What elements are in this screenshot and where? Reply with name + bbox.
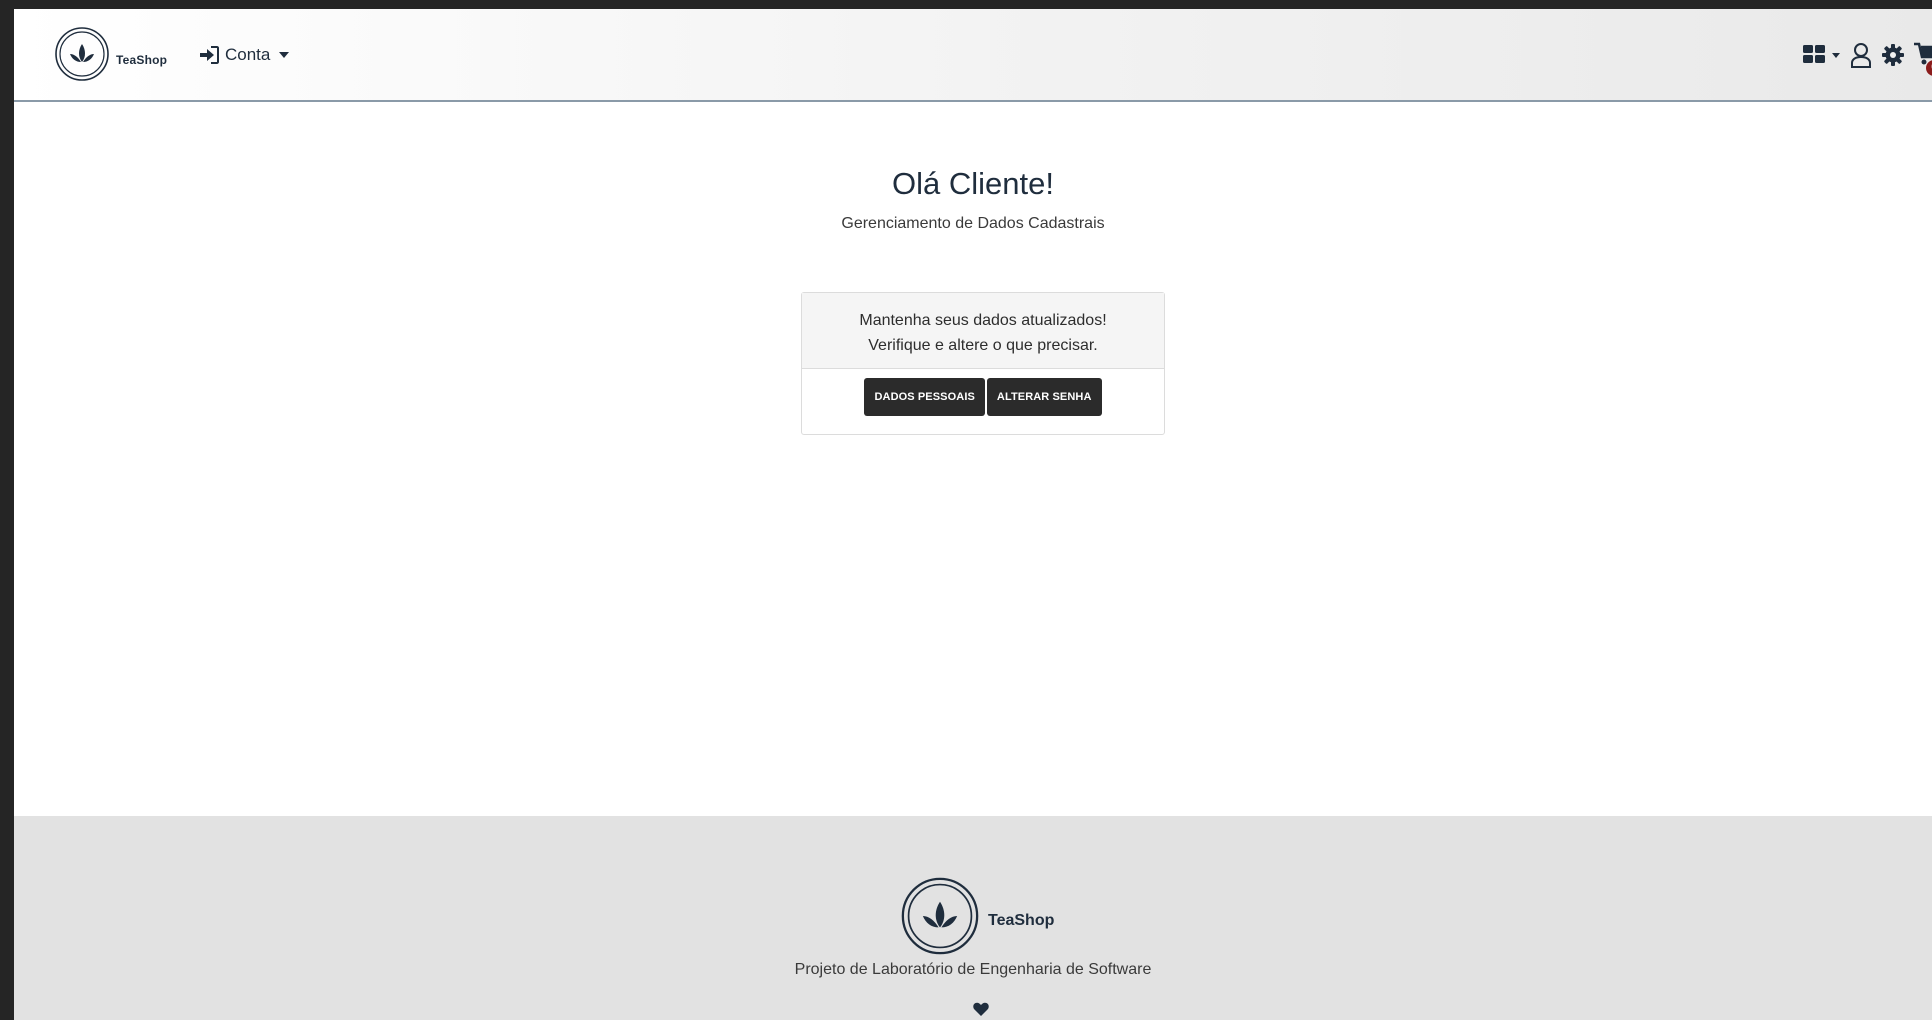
- apps-dropdown[interactable]: [1803, 45, 1840, 65]
- card-body: DADOS PESSOAIS ALTERAR SENHA: [802, 369, 1164, 416]
- heart-icon: [973, 1002, 989, 1016]
- settings-button[interactable]: [1882, 44, 1904, 66]
- footer-text: Projeto de Laboratório de Engenharia de …: [794, 961, 1152, 978]
- sign-in-icon: [200, 46, 219, 64]
- footer: TeaShop Projeto de Laboratório de Engenh…: [14, 816, 1932, 1020]
- navbar-actions: 0: [1803, 42, 1932, 76]
- chevron-down-icon: [1832, 52, 1840, 58]
- account-dropdown[interactable]: Conta: [199, 45, 290, 65]
- change-password-button[interactable]: ALTERAR SENHA: [986, 378, 1102, 416]
- card-message-line2: Verifique e altere o que precisar.: [868, 337, 1098, 354]
- footer-brand-name: TeaShop: [988, 912, 1055, 929]
- page: TeaShop Conta Olá Cliente! Gerenciamento…: [14, 9, 1932, 1020]
- grid-icon: [1803, 45, 1825, 63]
- page-subtitle: Gerenciamento de Dados Cadastrais: [841, 215, 1105, 232]
- card-header: Mantenha seus dados atualizados! Verifiq…: [802, 293, 1164, 369]
- chevron-down-icon: [279, 52, 290, 58]
- brand-link[interactable]: TeaShop: [54, 26, 167, 82]
- lotus-logo-icon: [901, 877, 979, 955]
- top-navbar: TeaShop Conta: [14, 9, 1932, 102]
- account-menu-label: Conta: [225, 45, 271, 64]
- card-message-line1: Mantenha seus dados atualizados!: [859, 312, 1107, 329]
- cart-button[interactable]: 0: [1914, 42, 1932, 76]
- lotus-logo-icon: [55, 27, 109, 81]
- gear-icon: [1882, 44, 1904, 66]
- footer-brand: TeaShop: [900, 876, 1054, 956]
- account-card: Mantenha seus dados atualizados! Verifiq…: [801, 292, 1165, 435]
- page-title: Olá Cliente!: [892, 166, 1054, 201]
- user-profile-button[interactable]: [1850, 42, 1872, 68]
- brand-name: TeaShop: [116, 53, 168, 67]
- cart-count-badge: 0: [1926, 60, 1932, 76]
- personal-data-button[interactable]: DADOS PESSOAIS: [864, 378, 985, 416]
- user-icon: [1851, 43, 1871, 68]
